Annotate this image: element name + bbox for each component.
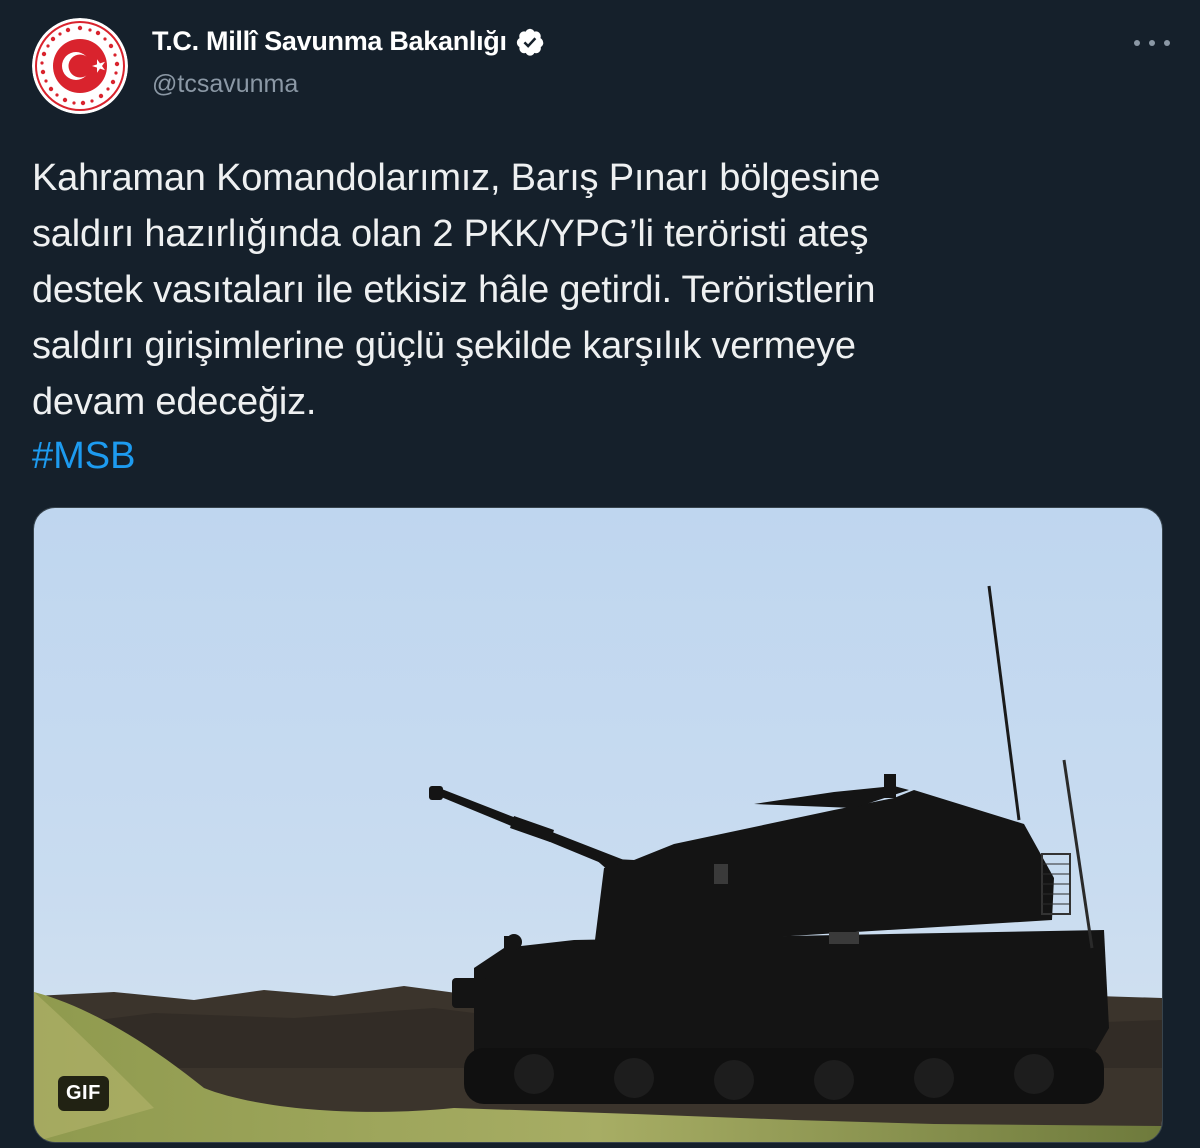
tweet-card: T.C. Millî Savunma Bakanlığı @tcsavunma … [0, 0, 1200, 1148]
verified-badge-icon [516, 28, 544, 56]
tweet-text-line: destek vasıtaları ile etkisiz hâle getir… [32, 269, 876, 311]
howitzer-scene-image [34, 508, 1162, 1142]
tweet-text-line: Kahraman Komandolarımız, Barış Pınarı bö… [32, 157, 881, 199]
hashtag-link[interactable]: #MSB [32, 430, 135, 482]
more-dot [1164, 40, 1170, 46]
gif-badge: GIF [58, 1076, 109, 1111]
more-options-icon[interactable] [1134, 32, 1170, 54]
avatar[interactable] [32, 18, 128, 114]
ministry-emblem-icon [32, 18, 128, 114]
author-display-name[interactable]: T.C. Millî Savunma Bakanlığı [152, 26, 545, 57]
author-handle[interactable]: @tcsavunma [152, 70, 298, 99]
tweet-text-line: saldırı hazırlığında olan 2 PKK/YPG’li t… [32, 213, 869, 255]
author-name-text: T.C. Millî Savunma Bakanlığı [152, 26, 507, 56]
tweet-text-line: saldırı girişimlerine güçlü şekilde karş… [32, 325, 856, 367]
tweet-text: Kahraman Komandolarımız, Barış Pınarı bö… [32, 150, 1152, 430]
media-gif[interactable] [33, 507, 1163, 1143]
tweet-text-line: devam edeceğiz. [32, 381, 317, 423]
more-dot [1134, 40, 1140, 46]
more-dot [1149, 40, 1155, 46]
